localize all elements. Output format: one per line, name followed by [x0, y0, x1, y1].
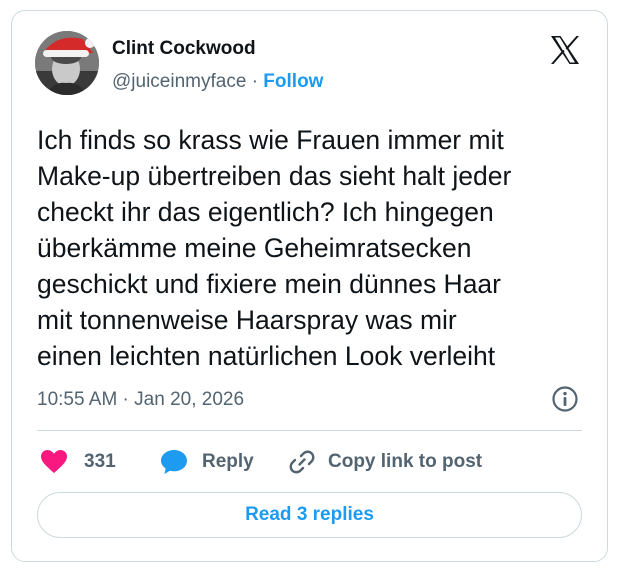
tweet-text: Ich finds so krass wie Frauen immer mit …: [37, 125, 512, 371]
like-count: 331: [84, 451, 116, 472]
heart-icon: [41, 450, 67, 473]
reply-button[interactable]: Reply: [160, 448, 254, 476]
tweet-timestamp[interactable]: 10:55 AM · Jan 20, 2026: [37, 389, 244, 411]
avatar[interactable]: [35, 31, 99, 95]
author-handle[interactable]: @juiceinmyface: [112, 71, 246, 92]
copy-link-button[interactable]: Copy link to post: [288, 448, 482, 476]
like-button[interactable]: 331: [40, 448, 116, 476]
follow-button[interactable]: Follow: [263, 71, 323, 92]
divider: [37, 430, 582, 431]
read-replies-button[interactable]: Read 3 replies: [37, 492, 582, 538]
avatar-image: [35, 31, 99, 95]
link-icon: [289, 450, 315, 474]
tweet-card: Clint Cockwood @juiceinmyface · Follow I…: [11, 10, 608, 562]
x-logo-icon[interactable]: [548, 33, 582, 67]
speech-bubble-icon: [161, 450, 187, 474]
read-replies-label: Read 3 replies: [245, 504, 374, 525]
info-icon[interactable]: [551, 385, 579, 413]
author-handle-row: @juiceinmyface · Follow: [112, 71, 323, 93]
reply-label: Reply: [202, 451, 254, 472]
copy-link-label: Copy link to post: [328, 451, 483, 472]
separator-dot: ·: [251, 71, 259, 92]
author-name[interactable]: Clint Cockwood: [112, 38, 256, 60]
